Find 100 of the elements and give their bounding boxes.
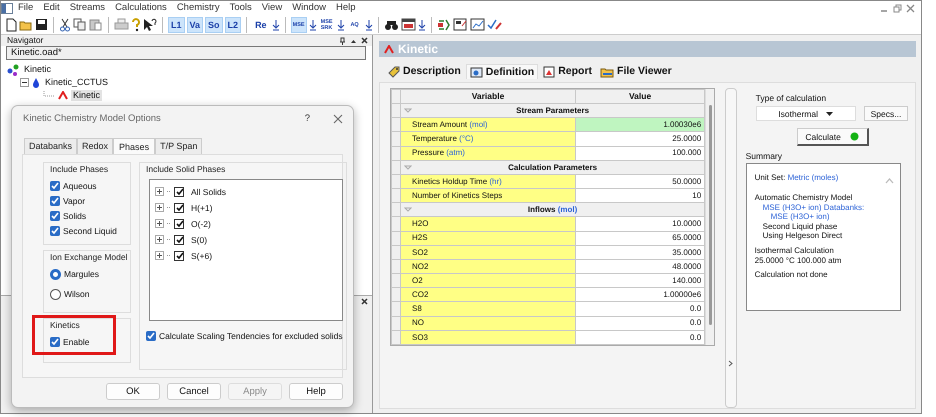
toolbar-button[interactable]: Re bbox=[252, 16, 270, 32]
spreadsheet-icon[interactable] bbox=[400, 18, 416, 31]
close-icon[interactable] bbox=[361, 298, 368, 305]
tab[interactable]: Databanks bbox=[24, 138, 78, 154]
checkbox[interactable] bbox=[174, 202, 184, 213]
toolbar-button[interactable]: Va bbox=[186, 16, 204, 32]
checkbox-label[interactable]: Second Liquid bbox=[63, 226, 117, 236]
menu-item[interactable]: File bbox=[13, 1, 38, 15]
tab[interactable]: Report bbox=[540, 64, 596, 79]
check-pen-icon[interactable] bbox=[486, 18, 502, 31]
down-arrow-icon[interactable] bbox=[364, 18, 373, 30]
menu-item[interactable]: Edit bbox=[38, 1, 65, 15]
down-arrow-icon[interactable] bbox=[418, 18, 426, 30]
tab[interactable]: Redox bbox=[77, 138, 114, 154]
value-cell[interactable]: 1.00030e6 bbox=[576, 118, 705, 132]
calculate-button[interactable]: Calculate bbox=[796, 128, 869, 146]
dialog-button[interactable]: Help bbox=[289, 382, 343, 400]
value-cell[interactable]: 10.0000 bbox=[576, 216, 705, 232]
menu-item[interactable]: Window bbox=[287, 1, 331, 15]
summary-link[interactable]: Metric (moles) bbox=[788, 173, 838, 182]
help-button[interactable]: ? bbox=[300, 112, 315, 126]
dialog-button[interactable]: Cancel bbox=[167, 382, 221, 400]
toolbar-button[interactable]: L2 bbox=[224, 16, 242, 32]
tab[interactable]: Phases bbox=[113, 138, 156, 155]
restore-icon[interactable] bbox=[893, 4, 902, 12]
down-arrow-icon[interactable] bbox=[336, 18, 345, 30]
dropdown[interactable]: Isothermal bbox=[756, 106, 856, 122]
save-icon[interactable] bbox=[35, 18, 48, 31]
expand-icon[interactable] bbox=[155, 251, 164, 260]
radio-button[interactable] bbox=[50, 268, 61, 280]
close-icon[interactable] bbox=[333, 114, 343, 124]
down-arrow-icon[interactable] bbox=[308, 18, 317, 30]
value-cell[interactable]: 100.000 bbox=[576, 146, 705, 160]
tree-item[interactable]: All Solids bbox=[191, 186, 226, 198]
menu-item[interactable]: Tools bbox=[224, 1, 257, 15]
menu-item[interactable]: Help bbox=[330, 1, 361, 15]
chart-window-icon[interactable] bbox=[470, 18, 485, 31]
question-mark-icon[interactable] bbox=[131, 18, 141, 32]
expand-icon[interactable] bbox=[155, 203, 164, 212]
chevron-right-icon[interactable] bbox=[728, 360, 734, 367]
copy-icon[interactable] bbox=[73, 18, 87, 31]
toolbar-button[interactable]: L1 bbox=[168, 16, 185, 32]
scissors-icon[interactable] bbox=[59, 18, 71, 32]
checkbox[interactable] bbox=[174, 186, 184, 197]
value-cell[interactable]: 0.0 bbox=[576, 316, 705, 330]
summary-link[interactable]: MSE (H3O+ ion) Databanks: bbox=[754, 202, 900, 212]
close-icon[interactable] bbox=[361, 37, 368, 44]
form-icon[interactable] bbox=[452, 18, 468, 31]
checkbox-label[interactable]: Vapor bbox=[63, 196, 86, 206]
tree-item[interactable]: S(0) bbox=[191, 234, 208, 246]
paste-icon[interactable] bbox=[89, 18, 103, 31]
menu-item[interactable]: Calculations bbox=[110, 1, 172, 15]
collapse-icon[interactable] bbox=[20, 78, 29, 87]
checkbox-label[interactable]: Solids bbox=[63, 210, 86, 222]
checkbox-label[interactable]: Calculate Scaling Tendencies for excluded solids bbox=[159, 330, 343, 342]
menu-item[interactable]: View bbox=[256, 1, 288, 15]
value-cell[interactable]: 0.0 bbox=[576, 302, 705, 316]
scrollbar[interactable] bbox=[708, 105, 712, 325]
expand-icon[interactable] bbox=[155, 235, 164, 244]
checkbox[interactable] bbox=[174, 218, 184, 229]
tab[interactable]: File Viewer bbox=[597, 64, 675, 79]
tab[interactable]: T/P Span bbox=[155, 138, 202, 154]
maximize-icon[interactable] bbox=[350, 38, 357, 44]
dialog-button[interactable]: OK bbox=[106, 382, 160, 400]
checkbox[interactable] bbox=[174, 250, 184, 261]
checkbox[interactable] bbox=[174, 234, 184, 245]
checkbox-label[interactable]: Enable bbox=[63, 337, 90, 348]
menu-item[interactable]: Streams bbox=[64, 1, 110, 15]
radio-button[interactable] bbox=[50, 288, 61, 300]
tree-item[interactable]: O(-2) bbox=[191, 218, 211, 230]
menu-item[interactable]: Chemistry bbox=[172, 1, 225, 15]
value-cell[interactable]: 0.0 bbox=[576, 330, 705, 344]
conversion-icon[interactable] bbox=[436, 18, 451, 32]
pin-icon[interactable] bbox=[339, 36, 346, 44]
down-arrow-icon[interactable] bbox=[272, 18, 280, 30]
expand-icon[interactable] bbox=[155, 219, 164, 228]
tree-item[interactable]: Kinetic bbox=[71, 90, 102, 101]
tab[interactable]: Description bbox=[385, 64, 464, 79]
toolbar-button[interactable]: So bbox=[205, 16, 223, 32]
tab[interactable]: Definition bbox=[466, 64, 538, 80]
radio-label[interactable]: Wilson bbox=[64, 289, 90, 300]
tree-item[interactable]: Kinetic bbox=[22, 64, 54, 75]
tree-item[interactable]: Kinetic_CCTUS bbox=[43, 77, 110, 88]
pointer-question-icon[interactable] bbox=[143, 18, 157, 32]
value-cell[interactable]: 140.000 bbox=[576, 274, 705, 288]
value-cell[interactable]: 50.0000 bbox=[576, 174, 705, 189]
summary-link[interactable]: MSE (H3O+ ion) bbox=[754, 212, 900, 222]
value-cell[interactable]: 1.00000e6 bbox=[576, 288, 705, 302]
value-cell[interactable]: 48.0000 bbox=[576, 259, 705, 274]
tree-item[interactable]: H(+1) bbox=[191, 202, 212, 214]
checkbox-label[interactable]: Aqueous bbox=[63, 180, 97, 192]
expand-icon[interactable] bbox=[155, 187, 164, 196]
new-document-icon[interactable] bbox=[5, 18, 17, 32]
radio-label[interactable]: Margules bbox=[64, 269, 99, 280]
specs-button[interactable]: Specs... bbox=[864, 106, 908, 122]
value-cell[interactable]: 65.0000 bbox=[576, 231, 705, 246]
value-cell[interactable]: 35.0000 bbox=[576, 245, 705, 260]
tree-item[interactable]: S(+6) bbox=[191, 250, 212, 262]
binoculars-icon[interactable] bbox=[384, 18, 399, 30]
value-cell[interactable]: 25.0000 bbox=[576, 132, 705, 146]
